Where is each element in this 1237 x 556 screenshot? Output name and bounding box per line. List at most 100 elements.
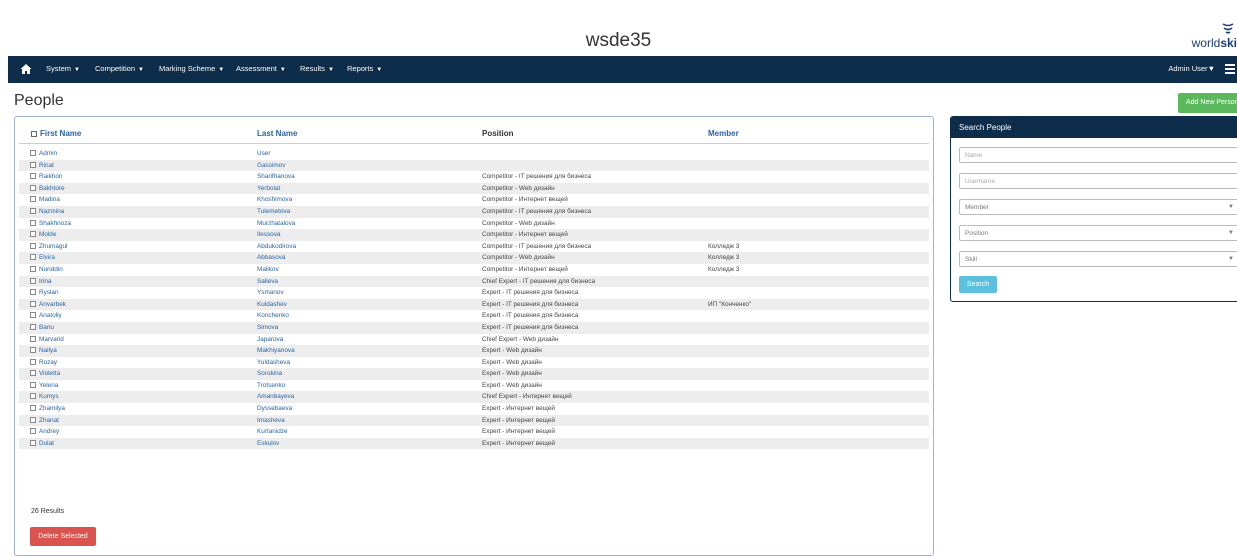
- member-select[interactable]: Member ▼: [959, 199, 1237, 215]
- row-checkbox[interactable]: [30, 405, 36, 412]
- name-input[interactable]: Name: [959, 147, 1237, 163]
- first-name-cell[interactable]: Nuriddin: [39, 266, 63, 273]
- row-checkbox[interactable]: [30, 161, 36, 168]
- first-name-cell[interactable]: Anatoliy: [39, 312, 62, 319]
- last-name-cell[interactable]: Kuldashev: [257, 301, 287, 308]
- row-checkbox[interactable]: [30, 289, 36, 296]
- row-checkbox[interactable]: [30, 335, 36, 342]
- row-checkbox[interactable]: [30, 312, 36, 319]
- row-checkbox[interactable]: [30, 370, 36, 377]
- search-button[interactable]: Search: [959, 276, 997, 293]
- last-name-cell[interactable]: Kurtanidze: [257, 428, 288, 435]
- last-name-cell[interactable]: Murzhatalova: [257, 220, 295, 227]
- first-name-cell[interactable]: Zhumagul: [39, 243, 67, 250]
- last-name-cell[interactable]: Amanbayeva: [257, 393, 294, 400]
- nav-competition[interactable]: Competition ▼: [95, 64, 144, 73]
- last-name-cell[interactable]: Gassimov: [257, 162, 285, 169]
- first-name-cell[interactable]: Madina: [39, 196, 60, 203]
- last-name-cell[interactable]: Makhiyanova: [257, 347, 295, 354]
- row-checkbox[interactable]: [30, 393, 36, 400]
- nav-reports[interactable]: Reports ▼: [347, 64, 382, 73]
- row-checkbox[interactable]: [30, 254, 36, 261]
- first-name-cell[interactable]: Rinat: [39, 162, 54, 169]
- first-name-cell[interactable]: Ryslan: [39, 289, 59, 296]
- row-checkbox[interactable]: [30, 300, 36, 307]
- row-checkbox[interactable]: [30, 277, 36, 284]
- first-name-cell[interactable]: Yelena: [39, 382, 58, 389]
- skill-select[interactable]: Skill ▼: [959, 251, 1237, 267]
- first-name-cell[interactable]: Raikhon: [39, 173, 62, 180]
- last-name-cell[interactable]: Dyssebaeva: [257, 405, 292, 412]
- row-checkbox[interactable]: [30, 242, 36, 249]
- first-name-cell[interactable]: Banu: [39, 324, 54, 331]
- last-name-cell[interactable]: Ysmanov: [257, 289, 284, 296]
- first-name-cell[interactable]: Dulat: [39, 440, 54, 447]
- last-name-cell[interactable]: Sharifhanova: [257, 173, 295, 180]
- last-name-cell[interactable]: Yuldasheva: [257, 359, 290, 366]
- first-name-cell[interactable]: Zhanat: [39, 417, 59, 424]
- last-name-cell[interactable]: Abbasova: [257, 254, 285, 261]
- row-checkbox[interactable]: [30, 358, 36, 365]
- row-checkbox[interactable]: [30, 428, 36, 435]
- row-checkbox[interactable]: [30, 439, 36, 446]
- row-checkbox[interactable]: [30, 323, 36, 330]
- row-checkbox[interactable]: [30, 416, 36, 423]
- last-name-cell[interactable]: Sorokina: [257, 370, 282, 377]
- first-name-cell[interactable]: Rozay: [39, 359, 57, 366]
- username-input[interactable]: Username: [959, 173, 1237, 189]
- last-name-cell[interactable]: Trotsenko: [257, 382, 285, 389]
- first-name-cell[interactable]: Anvarbek: [39, 301, 66, 308]
- first-name-cell[interactable]: Kumys: [39, 393, 59, 400]
- user-menu[interactable]: Admin User▼: [1168, 64, 1215, 73]
- last-name-cell[interactable]: Yerbolat: [257, 185, 280, 192]
- header-member[interactable]: Member: [708, 129, 739, 138]
- row-checkbox[interactable]: [30, 184, 36, 191]
- worldskills-logo[interactable]: worldski: [1185, 21, 1237, 51]
- last-name-cell[interactable]: Konchenko: [257, 312, 289, 319]
- row-checkbox[interactable]: [30, 265, 36, 272]
- first-name-cell[interactable]: Shakhnoza: [39, 220, 71, 227]
- row-checkbox[interactable]: [30, 196, 36, 203]
- last-name-cell[interactable]: Salieva: [257, 278, 278, 285]
- first-name-cell[interactable]: Nazmina: [39, 208, 64, 215]
- row-checkbox[interactable]: [30, 231, 36, 238]
- last-name-cell[interactable]: Tulemetova: [257, 208, 290, 215]
- first-name-cell[interactable]: Elvira: [39, 254, 55, 261]
- last-name-cell[interactable]: User: [257, 150, 271, 157]
- hamburger-menu-icon[interactable]: [1225, 64, 1235, 74]
- row-checkbox[interactable]: [30, 219, 36, 226]
- nav-system[interactable]: System ▼: [46, 64, 80, 73]
- first-name-cell[interactable]: Zhamilya: [39, 405, 65, 412]
- nav-results[interactable]: Results ▼: [300, 64, 334, 73]
- row-checkbox[interactable]: [30, 381, 36, 388]
- row-checkbox[interactable]: [30, 207, 36, 214]
- first-name-cell[interactable]: Marvarid: [39, 336, 64, 343]
- row-checkbox[interactable]: [30, 173, 36, 180]
- last-name-cell[interactable]: Abdukodirova: [257, 243, 296, 250]
- add-new-person-button[interactable]: Add New Person: [1178, 93, 1237, 113]
- delete-selected-button[interactable]: Delete Selected: [30, 527, 96, 546]
- nav-marking-scheme[interactable]: Marking Scheme ▼: [159, 64, 224, 73]
- first-name-cell[interactable]: Violetta: [39, 370, 60, 377]
- last-name-cell[interactable]: Eskulov: [257, 440, 279, 447]
- header-last-name[interactable]: Last Name: [257, 129, 297, 138]
- last-name-cell[interactable]: Japarova: [257, 336, 283, 343]
- row-checkbox[interactable]: [30, 150, 36, 156]
- last-name-cell[interactable]: Malikov: [257, 266, 279, 273]
- first-name-cell[interactable]: Admin: [39, 150, 57, 157]
- first-name-cell[interactable]: Bakhtore: [39, 185, 65, 192]
- first-name-cell[interactable]: Irina: [39, 278, 51, 285]
- last-name-cell[interactable]: Khoshimova: [257, 196, 292, 203]
- last-name-cell[interactable]: Imasheva: [257, 417, 285, 424]
- select-all-checkbox[interactable]: [31, 130, 37, 137]
- first-name-cell[interactable]: Nailya: [39, 347, 57, 354]
- last-name-cell[interactable]: Simova: [257, 324, 278, 331]
- last-name-cell[interactable]: Ilessova: [257, 231, 280, 238]
- row-checkbox[interactable]: [30, 347, 36, 354]
- header-first-name[interactable]: First Name: [31, 129, 81, 138]
- home-icon[interactable]: [19, 62, 33, 76]
- nav-assessment[interactable]: Assessment ▼: [236, 64, 286, 73]
- position-select[interactable]: Position ▼: [959, 225, 1237, 241]
- first-name-cell[interactable]: Andrey: [39, 428, 59, 435]
- first-name-cell[interactable]: Molde: [39, 231, 56, 238]
